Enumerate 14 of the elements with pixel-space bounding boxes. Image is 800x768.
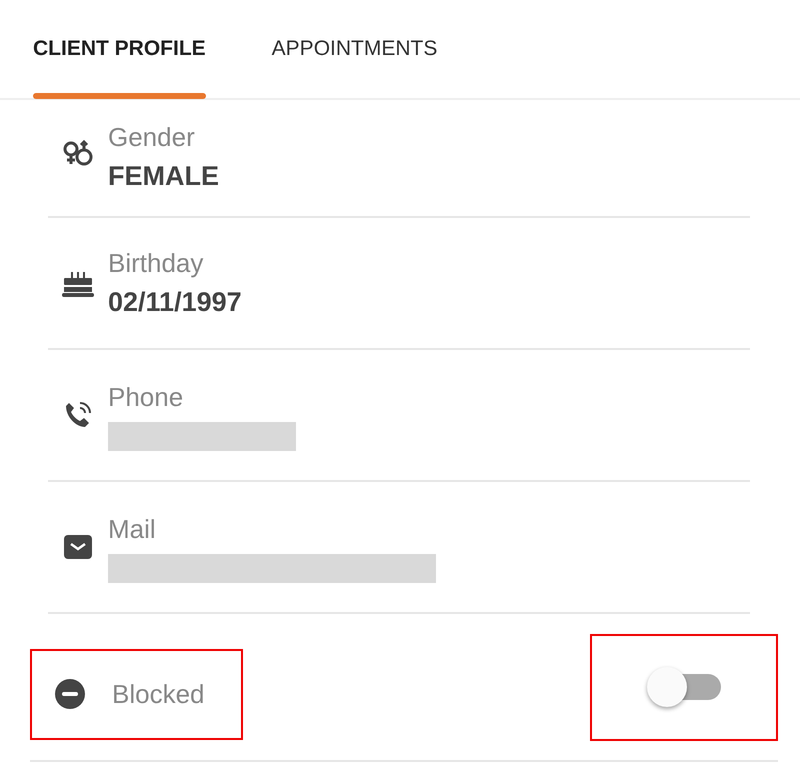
field-value: FEMALE <box>108 160 219 193</box>
phone-icon <box>63 400 93 430</box>
blocked-label: Blocked <box>112 678 204 710</box>
mail-icon <box>63 534 93 560</box>
toggle-switch[interactable] <box>647 667 721 707</box>
field-label: Birthday <box>108 247 204 280</box>
field-label: Mail <box>108 512 156 546</box>
field-label: Phone <box>108 380 184 414</box>
field-label: Gender <box>108 121 195 154</box>
minus-circle-icon <box>54 678 86 710</box>
field-value: 02/11/1997 <box>108 286 242 319</box>
gender-icon <box>62 140 94 168</box>
tab[interactable]: CLIENT PROFILE <box>33 0 206 98</box>
tab[interactable]: APPOINTMENTS <box>272 0 438 98</box>
